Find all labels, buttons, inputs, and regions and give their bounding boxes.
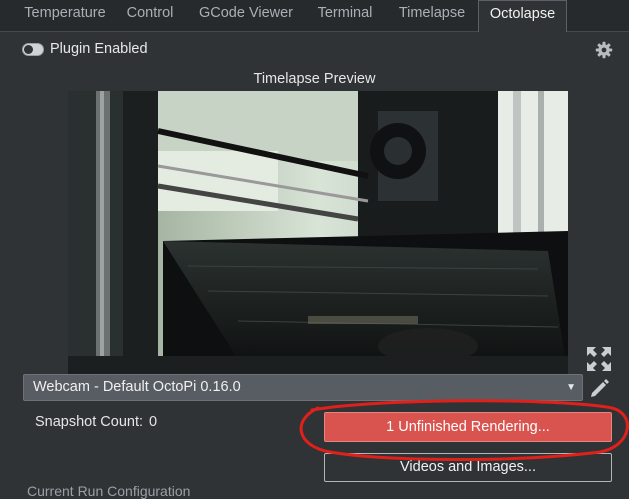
tab-terminal[interactable]: Terminal	[310, 0, 380, 31]
preview-title: Timelapse Preview	[253, 71, 376, 87]
tab-control[interactable]: Control	[120, 0, 180, 31]
fullscreen-icon[interactable]	[585, 345, 613, 373]
snapshot-count: Snapshot Count: 0	[35, 414, 157, 430]
plugin-enabled-label: Plugin Enabled	[50, 41, 148, 57]
plugin-enabled-toggle[interactable]: Plugin Enabled	[22, 41, 148, 57]
tab-bar: Temperature Control GCode Viewer Termina…	[0, 0, 629, 32]
tab-timelapse[interactable]: Timelapse	[392, 0, 472, 31]
snapshot-count-label: Snapshot Count:	[35, 414, 144, 430]
unfinished-rendering-button[interactable]: 1 Unfinished Rendering...	[324, 412, 612, 442]
tab-temperature[interactable]: Temperature	[10, 0, 120, 31]
videos-and-images-button[interactable]: Videos and Images...	[324, 453, 612, 482]
tab-gcode-viewer[interactable]: GCode Viewer	[190, 0, 302, 31]
snapshot-count-value: 0	[149, 414, 158, 430]
pencil-icon[interactable]	[588, 376, 612, 400]
webcam-select-value: Webcam - Default OctoPi 0.16.0	[33, 379, 241, 395]
tab-octolapse[interactable]: Octolapse	[478, 0, 567, 32]
timelapse-preview-image	[68, 91, 568, 375]
gear-icon[interactable]	[595, 41, 613, 59]
section-heading-partial: Current Run Configuration	[27, 483, 191, 499]
toggle-switch-icon[interactable]	[22, 42, 44, 56]
webcam-select[interactable]: Webcam - Default OctoPi 0.16.0 ▼	[23, 374, 583, 401]
chevron-down-icon: ▼	[566, 382, 576, 393]
